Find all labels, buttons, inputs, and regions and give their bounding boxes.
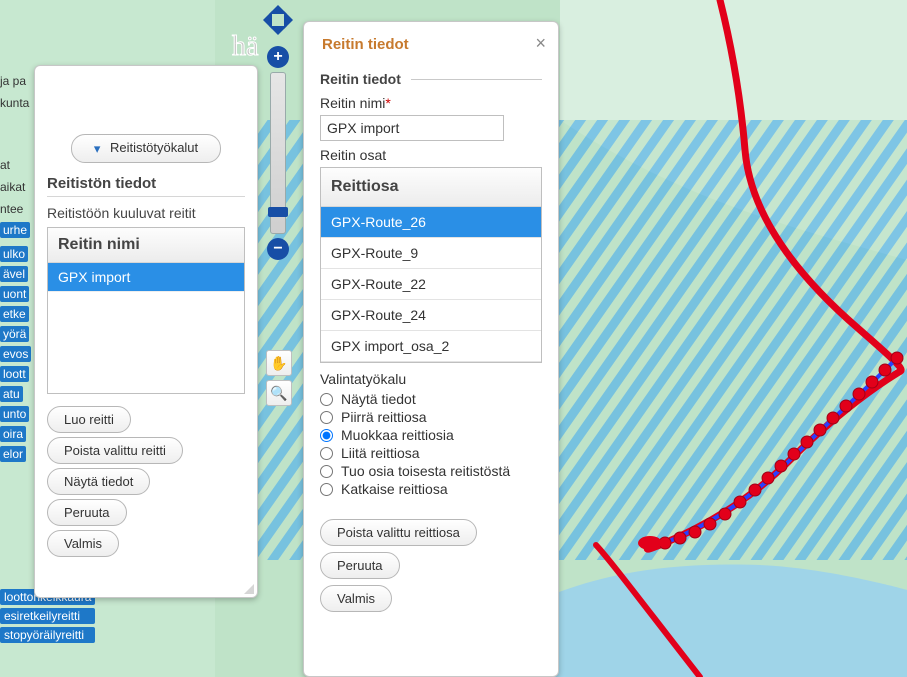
route-name-input[interactable]: [320, 115, 504, 141]
route-tools-dropdown[interactable]: ▾ Reitistötyökalut: [71, 134, 221, 163]
crop-frag: ja pa: [0, 70, 35, 92]
table-row[interactable]: GPX-Route_26: [321, 207, 541, 238]
zoom-box-tool-button[interactable]: 🔍: [266, 380, 292, 406]
pan-west-icon[interactable]: [254, 11, 272, 29]
create-route-button[interactable]: Luo reitti: [47, 406, 131, 433]
table-row[interactable]: GPX-Route_24: [321, 300, 541, 331]
panel-title: Reitin tiedot: [322, 36, 542, 53]
done-button[interactable]: Valmis: [47, 530, 119, 557]
delete-selected-route-button[interactable]: Poista valittu reitti: [47, 437, 183, 464]
tag-fragment[interactable]: unto: [0, 406, 29, 422]
tag-fragment[interactable]: oira: [0, 426, 26, 442]
radio-show-details[interactable]: Näytä tiedot: [320, 391, 542, 407]
tag-fragment[interactable]: elor: [0, 446, 26, 462]
radio-edit-parts[interactable]: Muokkaa reittiosia: [320, 427, 542, 443]
tag-fragment[interactable]: etke: [0, 306, 29, 322]
zoom-in-button[interactable]: +: [267, 46, 289, 68]
done-button[interactable]: Valmis: [320, 585, 392, 612]
crop-frag: ntee: [0, 198, 35, 220]
crop-frag: kunta: [0, 92, 35, 114]
magnifier-plus-icon: 🔍: [270, 385, 287, 402]
routes-list-label: Reitistöön kuuluvat reitit: [47, 205, 245, 221]
radio-label: Liitä reittiosa: [341, 445, 420, 461]
selection-tool-label: Valintatyökalu: [320, 371, 542, 387]
fieldset-legend: Reitin tiedot: [320, 71, 401, 87]
pan-tool-button[interactable]: ✋: [266, 350, 292, 376]
caret-down-icon: ▾: [94, 141, 101, 157]
legend-rule: [411, 79, 542, 80]
crop-frag: aikat: [0, 176, 35, 198]
map-nav-controls: + −: [264, 0, 292, 262]
radio-label: Muokkaa reittiosia: [341, 427, 454, 443]
tag-fragment[interactable]: evos: [0, 346, 31, 362]
required-asterisk: *: [385, 95, 390, 111]
close-icon: ×: [535, 33, 546, 53]
radio-input[interactable]: [320, 465, 333, 478]
tag-fragment[interactable]: yörä: [0, 326, 29, 342]
left-cropped-labels: ja pa kunta at aikat ntee urhe ulko ävel…: [0, 70, 35, 464]
route-network-info-heading: Reitistön tiedot: [47, 175, 245, 197]
table-row[interactable]: GPX import_osa_2: [321, 331, 541, 362]
zoom-slider[interactable]: [270, 72, 286, 234]
radio-draw-part[interactable]: Piirrä reittiosa: [320, 409, 542, 425]
radio-label: Näytä tiedot: [341, 391, 416, 407]
radio-label: Tuo osia toisesta reitistöstä: [341, 463, 510, 479]
radio-label: Katkaise reittiosa: [341, 481, 448, 497]
show-details-button[interactable]: Näytä tiedot: [47, 468, 150, 495]
route-name-label: Reitin nimi*: [320, 95, 542, 111]
cancel-button[interactable]: Peruuta: [47, 499, 127, 526]
zoom-slider-thumb[interactable]: [268, 207, 288, 217]
radio-import-parts[interactable]: Tuo osia toisesta reitistöstä: [320, 463, 542, 479]
route-name-label-text: Reitin nimi: [320, 95, 385, 111]
cancel-button[interactable]: Peruuta: [320, 552, 400, 579]
radio-label: Piirrä reittiosa: [341, 409, 427, 425]
route-details-panel: Reitin tiedot × Reitin tiedot Reitin nim…: [303, 21, 559, 677]
radio-input[interactable]: [320, 447, 333, 460]
tag-fragment[interactable]: uont: [0, 286, 29, 302]
tag-fragment[interactable]: esiretkeilyreitti: [0, 608, 95, 624]
tag-fragment[interactable]: ulko: [0, 246, 28, 262]
map-watermark: hä: [232, 31, 259, 62]
close-button[interactable]: ×: [535, 34, 546, 52]
table-row[interactable]: GPX-Route_9: [321, 238, 541, 269]
pan-wheel[interactable]: [258, 0, 298, 40]
delete-selected-part-button[interactable]: Poista valittu reittiosa: [320, 519, 477, 546]
tag-fragment[interactable]: loott: [0, 366, 29, 382]
route-parts-label: Reitin osat: [320, 147, 542, 163]
radio-input[interactable]: [320, 429, 333, 442]
pan-east-icon[interactable]: [284, 11, 302, 29]
routes-list-header: Reitin nimi: [48, 228, 244, 263]
route-tools-panel: ▾ Reitistötyökalut Reitistön tiedot Reit…: [34, 65, 258, 598]
route-parts-grid-header: Reittiosa: [321, 168, 541, 207]
route-parts-grid[interactable]: Reittiosa GPX-Route_26 GPX-Route_9 GPX-R…: [320, 167, 542, 363]
tag-fragment[interactable]: urhe: [0, 222, 30, 238]
radio-input[interactable]: [320, 483, 333, 496]
radio-cut-part[interactable]: Katkaise reittiosa: [320, 481, 542, 497]
zoom-out-button[interactable]: −: [267, 238, 289, 260]
resize-handle-icon[interactable]: [242, 582, 254, 594]
radio-input[interactable]: [320, 393, 333, 406]
tag-fragment[interactable]: atu: [0, 386, 23, 402]
crop-frag: at: [0, 154, 35, 176]
list-item[interactable]: GPX import: [48, 263, 244, 292]
radio-attach-part[interactable]: Liitä reittiosa: [320, 445, 542, 461]
tag-fragment[interactable]: stopyöräilyreitti: [0, 627, 95, 643]
routes-listbox[interactable]: Reitin nimi GPX import: [47, 227, 245, 394]
tag-fragment[interactable]: ävel: [0, 266, 28, 282]
table-row[interactable]: GPX-Route_22: [321, 269, 541, 300]
hand-icon: ✋: [270, 355, 287, 372]
route-tools-dropdown-label: Reitistötyökalut: [110, 140, 198, 155]
radio-input[interactable]: [320, 411, 333, 424]
